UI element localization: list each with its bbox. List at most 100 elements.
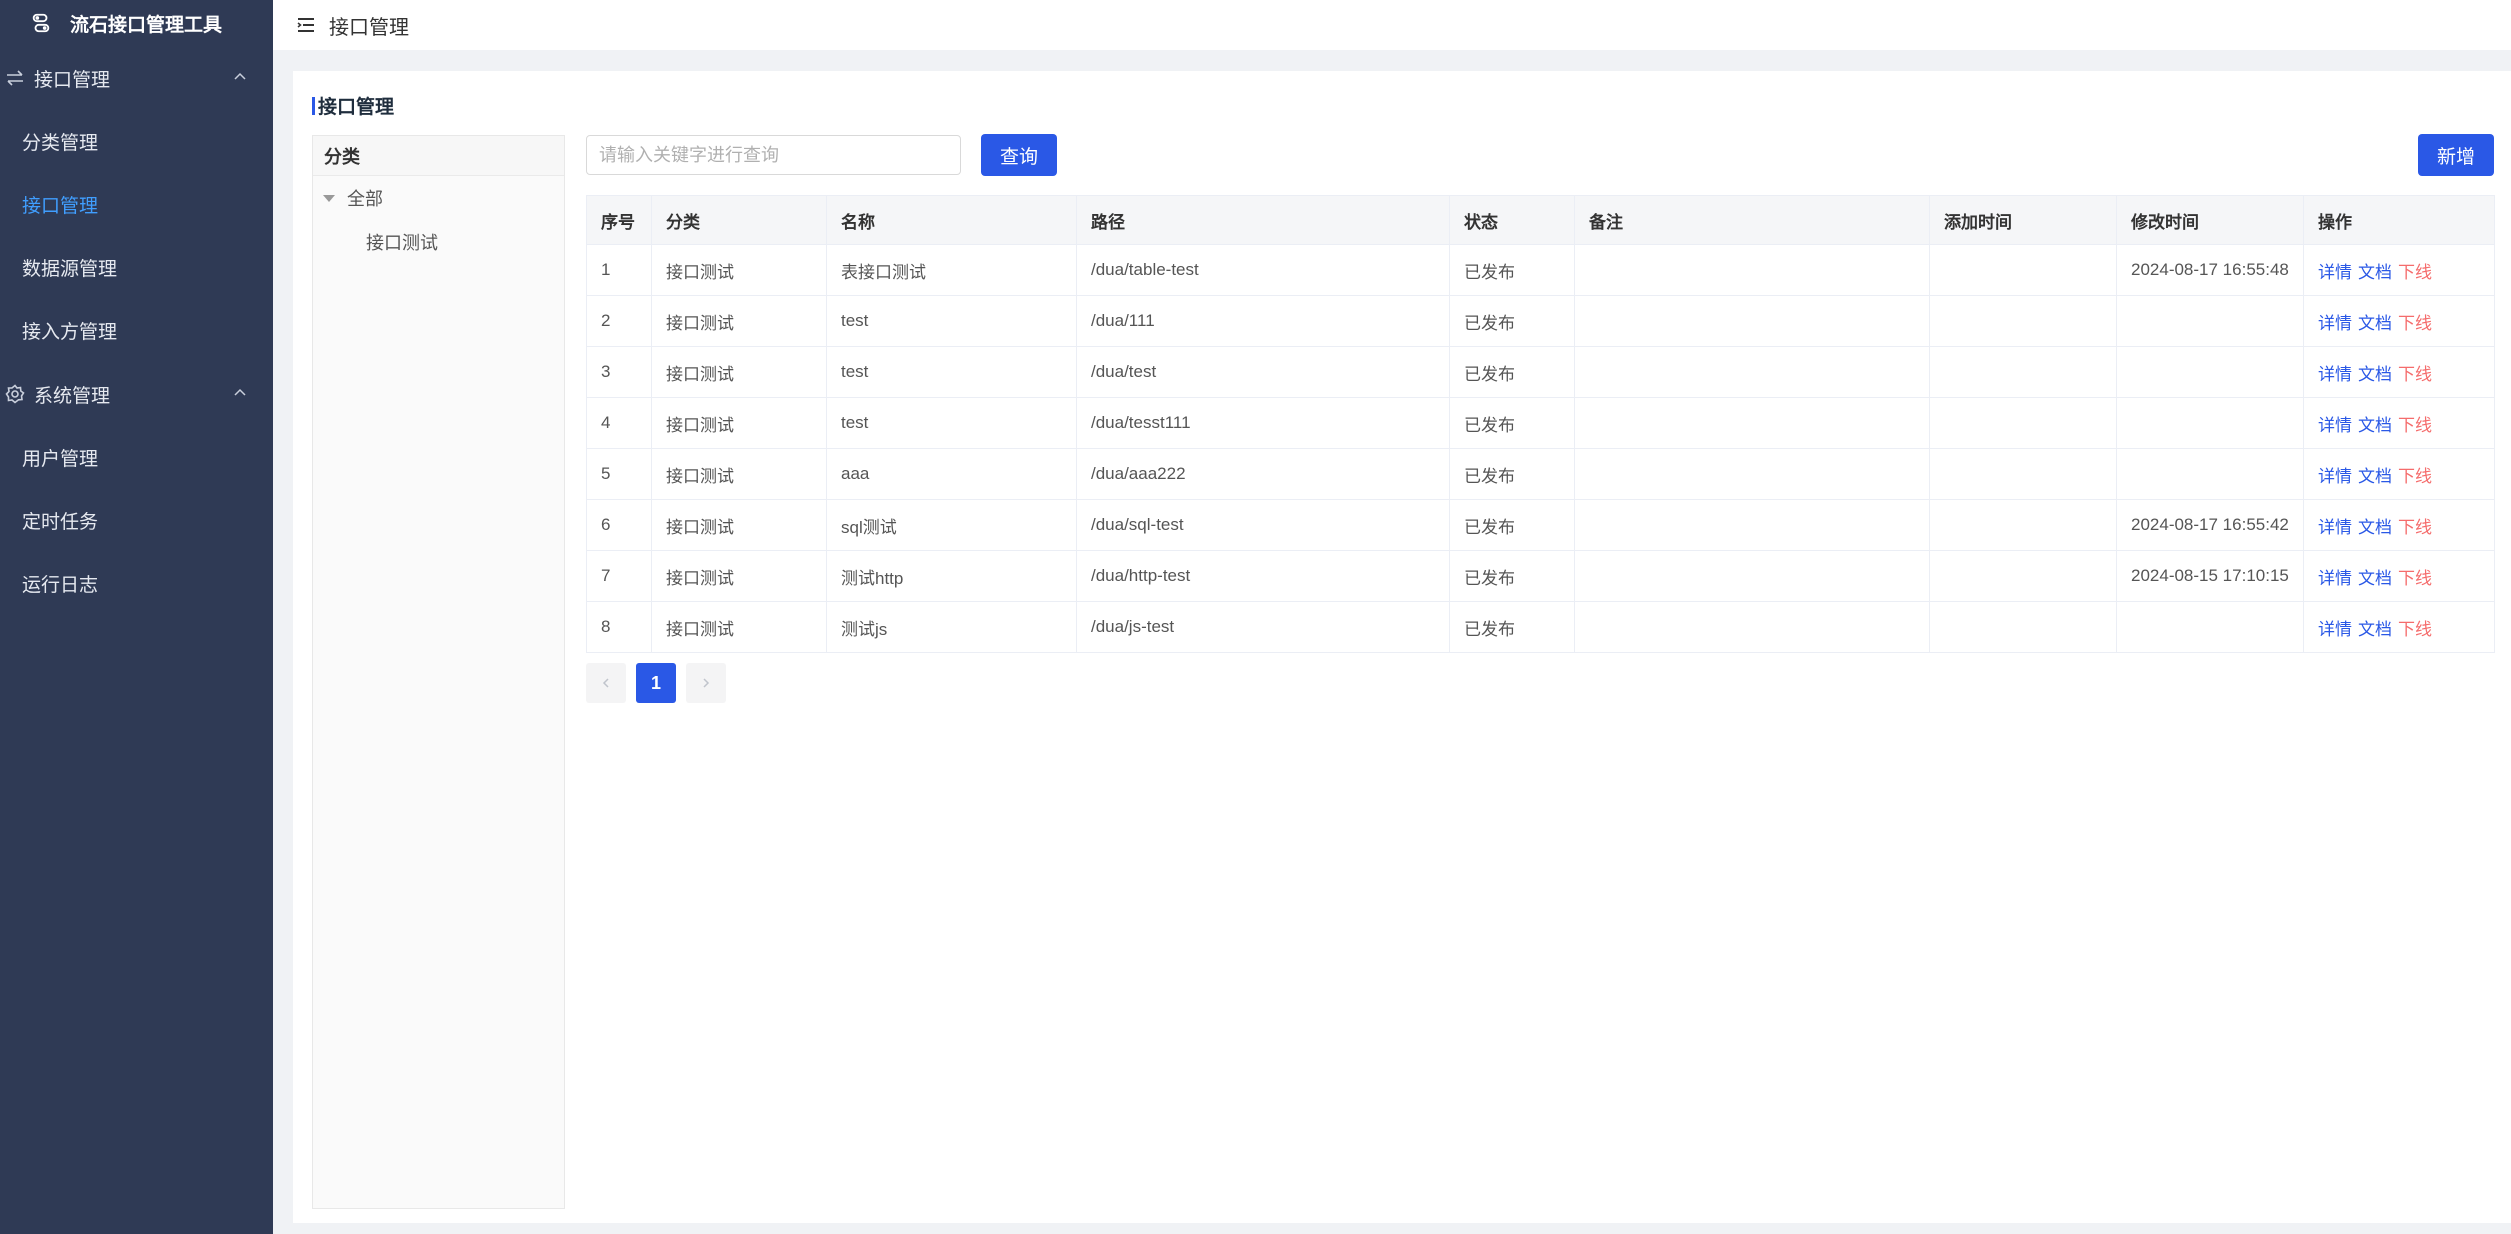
chevron-up-icon bbox=[234, 388, 246, 396]
docs-link[interactable]: 文档 bbox=[2358, 620, 2392, 639]
gear-icon bbox=[4, 383, 26, 405]
cell-modified: 2024-08-17 16:55:48 bbox=[2116, 244, 2304, 296]
sidebar-item-run-logs[interactable]: 运行日志 bbox=[0, 552, 273, 615]
column-header: 分类 bbox=[651, 195, 827, 245]
offline-link[interactable]: 下线 bbox=[2398, 518, 2432, 537]
cell-index: 7 bbox=[586, 550, 652, 602]
cell-index: 8 bbox=[586, 601, 652, 653]
docs-link[interactable]: 文档 bbox=[2358, 314, 2392, 333]
offline-link[interactable]: 下线 bbox=[2398, 569, 2432, 588]
tree-header: 分类 bbox=[313, 136, 564, 176]
detail-link[interactable]: 详情 bbox=[2318, 518, 2352, 537]
cell-modified bbox=[2116, 346, 2304, 398]
cell-created bbox=[1929, 397, 2117, 449]
docs-link[interactable]: 文档 bbox=[2358, 569, 2392, 588]
sidebar-item-access-party[interactable]: 接入方管理 bbox=[0, 299, 273, 362]
next-page-button[interactable] bbox=[686, 663, 726, 703]
cell-name: test bbox=[826, 397, 1077, 449]
swap-icon bbox=[4, 67, 26, 89]
cell-actions: 详情 文档 下线 bbox=[2303, 601, 2495, 653]
tree-node-all[interactable]: 全部 bbox=[313, 176, 564, 220]
docs-link[interactable]: 文档 bbox=[2358, 365, 2392, 384]
cell-category: 接口测试 bbox=[651, 397, 827, 449]
docs-link[interactable]: 文档 bbox=[2358, 416, 2392, 435]
cell-status: 已发布 bbox=[1449, 295, 1575, 347]
detail-link[interactable]: 详情 bbox=[2318, 263, 2352, 282]
table-row: 5 接口测试 aaa /dua/aaa222 已发布 详情 文档 下线 bbox=[586, 448, 2495, 500]
cell-modified bbox=[2116, 448, 2304, 500]
docs-link[interactable]: 文档 bbox=[2358, 467, 2392, 486]
cell-index: 1 bbox=[586, 244, 652, 296]
cell-name: 测试js bbox=[826, 601, 1077, 653]
query-button[interactable]: 查询 bbox=[981, 134, 1057, 176]
cell-remark bbox=[1574, 397, 1930, 449]
offline-link[interactable]: 下线 bbox=[2398, 620, 2432, 639]
cell-category: 接口测试 bbox=[651, 550, 827, 602]
menu-group-system[interactable]: 系统管理 bbox=[0, 362, 273, 426]
chevron-left-icon bbox=[602, 678, 609, 688]
cell-modified: 2024-08-15 17:10:15 bbox=[2116, 550, 2304, 602]
detail-link[interactable]: 详情 bbox=[2318, 620, 2352, 639]
cell-index: 4 bbox=[586, 397, 652, 449]
cell-path: /dua/111 bbox=[1076, 295, 1450, 347]
cell-created bbox=[1929, 448, 2117, 500]
sidebar-item-scheduled-tasks[interactable]: 定时任务 bbox=[0, 489, 273, 552]
cell-index: 3 bbox=[586, 346, 652, 398]
sidebar-item-datasource[interactable]: 数据源管理 bbox=[0, 236, 273, 299]
docs-link[interactable]: 文档 bbox=[2358, 263, 2392, 282]
table-row: 4 接口测试 test /dua/tesst111 已发布 详情 文档 下线 bbox=[586, 397, 2495, 449]
detail-link[interactable]: 详情 bbox=[2318, 314, 2352, 333]
app-title: 流石接口管理工具 bbox=[70, 14, 223, 36]
cell-created bbox=[1929, 550, 2117, 602]
offline-link[interactable]: 下线 bbox=[2398, 314, 2432, 333]
sidebar-item-users[interactable]: 用户管理 bbox=[0, 426, 273, 489]
offline-link[interactable]: 下线 bbox=[2398, 263, 2432, 282]
cell-index: 2 bbox=[586, 295, 652, 347]
offline-link[interactable]: 下线 bbox=[2398, 365, 2432, 384]
pagination: 1 bbox=[586, 663, 726, 703]
logo-icon bbox=[32, 13, 50, 33]
tree-node-interface-test[interactable]: 接口测试 bbox=[313, 220, 564, 264]
column-header: 修改时间 bbox=[2116, 195, 2304, 245]
caret-down-icon[interactable] bbox=[323, 194, 335, 202]
cell-remark bbox=[1574, 550, 1930, 602]
cell-created bbox=[1929, 499, 2117, 551]
menu-fold-icon[interactable] bbox=[295, 14, 317, 36]
cell-name: test bbox=[826, 295, 1077, 347]
page-button-current[interactable]: 1 bbox=[636, 663, 676, 703]
tree-node-label: 全部 bbox=[347, 189, 383, 209]
cell-created bbox=[1929, 244, 2117, 296]
search-input[interactable] bbox=[586, 135, 961, 175]
prev-page-button[interactable] bbox=[586, 663, 626, 703]
add-button[interactable]: 新增 bbox=[2418, 134, 2494, 176]
page-title: 接口管理 bbox=[312, 92, 394, 119]
detail-link[interactable]: 详情 bbox=[2318, 416, 2352, 435]
detail-link[interactable]: 详情 bbox=[2318, 467, 2352, 486]
detail-link[interactable]: 详情 bbox=[2318, 365, 2352, 384]
menu-group-label: 接口管理 bbox=[34, 69, 111, 91]
cell-actions: 详情 文档 下线 bbox=[2303, 499, 2495, 551]
table-row: 8 接口测试 测试js /dua/js-test 已发布 详情 文档 下线 bbox=[586, 601, 2495, 653]
cell-category: 接口测试 bbox=[651, 499, 827, 551]
menu-group-interfaces[interactable]: 接口管理 bbox=[0, 46, 273, 110]
cell-category: 接口测试 bbox=[651, 295, 827, 347]
sidebar-item-interfaces[interactable]: 接口管理 bbox=[0, 173, 273, 236]
cell-name: 测试http bbox=[826, 550, 1077, 602]
docs-link[interactable]: 文档 bbox=[2358, 518, 2392, 537]
cell-status: 已发布 bbox=[1449, 499, 1575, 551]
offline-link[interactable]: 下线 bbox=[2398, 467, 2432, 486]
cell-category: 接口测试 bbox=[651, 346, 827, 398]
cell-remark bbox=[1574, 448, 1930, 500]
cell-index: 5 bbox=[586, 448, 652, 500]
cell-actions: 详情 文档 下线 bbox=[2303, 397, 2495, 449]
detail-link[interactable]: 详情 bbox=[2318, 569, 2352, 588]
cell-remark bbox=[1574, 295, 1930, 347]
offline-link[interactable]: 下线 bbox=[2398, 416, 2432, 435]
cell-path: /dua/tesst111 bbox=[1076, 397, 1450, 449]
cell-status: 已发布 bbox=[1449, 601, 1575, 653]
column-header: 备注 bbox=[1574, 195, 1930, 245]
cell-remark bbox=[1574, 346, 1930, 398]
cell-created bbox=[1929, 346, 2117, 398]
sidebar-item-category[interactable]: 分类管理 bbox=[0, 110, 273, 173]
cell-path: /dua/test bbox=[1076, 346, 1450, 398]
